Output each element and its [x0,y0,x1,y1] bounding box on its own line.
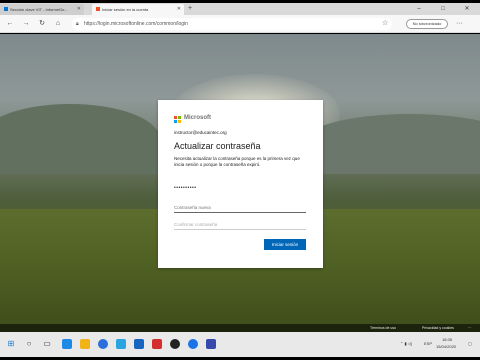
new-tab-button[interactable]: + [188,4,192,14]
browser-app-icon[interactable] [98,339,108,349]
new-password-field[interactable] [174,202,306,213]
refresh-icon[interactable]: ↻ [36,18,48,30]
address-bar[interactable]: 🔒︎ https://login.microsoftonline.com/com… [72,18,392,30]
navigation-bar: ← → ↻ ⌂ 🔒︎ https://login.microsoftonline… [0,15,480,33]
close-window-button[interactable]: ✕ [456,3,478,15]
store-app-icon[interactable] [116,339,126,349]
confirm-password-field[interactable] [174,219,306,230]
tray-icons[interactable]: ⌃ ▮ ◁) [400,341,412,347]
file-explorer-icon[interactable] [80,339,90,349]
screen: Sección clave VIT - InformeGo... ✕ Inici… [0,3,480,357]
dialog-description: Necesita actualizar la contraseña porque… [174,156,300,167]
close-tab-icon[interactable]: ✕ [77,4,81,15]
current-password-field[interactable]: •••••••••• [174,185,197,191]
url-text: https://login.microsoftonline.com/common… [84,21,188,27]
minimize-button[interactable]: – [408,3,430,15]
back-icon[interactable]: ← [4,18,16,30]
edge-app-icon[interactable] [62,339,72,349]
tab-favicon-icon [4,7,8,11]
close-tab-icon[interactable]: ✕ [177,4,181,15]
tab-label: Iniciar sesión en la cuenta [102,7,149,12]
taskbar: ⊞ ○ ▭ ⌃ ▮ ◁) ESP 18:35 15/04/2020 ▢ [0,332,480,357]
maximize-button[interactable]: □ [432,3,454,15]
update-password-dialog: Microsoft instructor@educaintec.org Actu… [158,100,323,268]
clock-date[interactable]: 15/04/2020 [436,344,456,350]
media-app-icon[interactable] [152,339,162,349]
notifications-icon[interactable]: ▢ [468,341,472,347]
account-identity[interactable]: instructor@educaintec.org [174,130,227,135]
recorder-app-icon[interactable] [170,339,180,349]
brand-name: Microsoft [184,115,211,121]
microsoft-logo-icon [174,116,181,123]
home-icon[interactable]: ⌂ [52,18,64,30]
favorite-star-icon[interactable]: ☆ [382,18,388,30]
search-icon[interactable]: ○ [24,339,34,349]
sign-in-button[interactable]: Iniciar sesión [264,239,306,250]
sync-account-button[interactable]: No sincronizado [406,19,448,29]
privacy-link[interactable]: Privacidad y cookies [422,324,454,332]
more-options-link[interactable]: ··· [468,324,472,332]
teams-app-icon[interactable] [206,339,216,349]
tab-label: Sección clave VIT - InformeGo... [10,7,68,12]
tab-login[interactable]: Iniciar sesión en la cuenta ✕ [92,4,184,15]
tab-informego[interactable]: Sección clave VIT - InformeGo... ✕ [0,4,84,15]
mountain-left [0,104,160,174]
lock-icon: 🔒︎ [76,21,79,27]
clock-time[interactable]: 18:35 [442,337,452,343]
browser-menu-button[interactable]: ··· [456,18,463,30]
terms-link[interactable]: Términos de uso [370,324,396,332]
language-indicator[interactable]: ESP [424,341,432,347]
footer: Términos de uso Privacidad y cookies ··· [0,324,480,332]
microsoft-favicon-icon [96,7,100,11]
windows-start-icon[interactable]: ⊞ [6,339,16,349]
dialog-title: Actualizar contraseña [174,141,261,151]
tab-strip: Sección clave VIT - InformeGo... ✕ Inici… [0,3,480,15]
task-view-icon[interactable]: ▭ [42,339,52,349]
chrome-app-icon[interactable] [188,339,198,349]
forward-icon[interactable]: → [20,18,32,30]
mail-app-icon[interactable] [134,339,144,349]
